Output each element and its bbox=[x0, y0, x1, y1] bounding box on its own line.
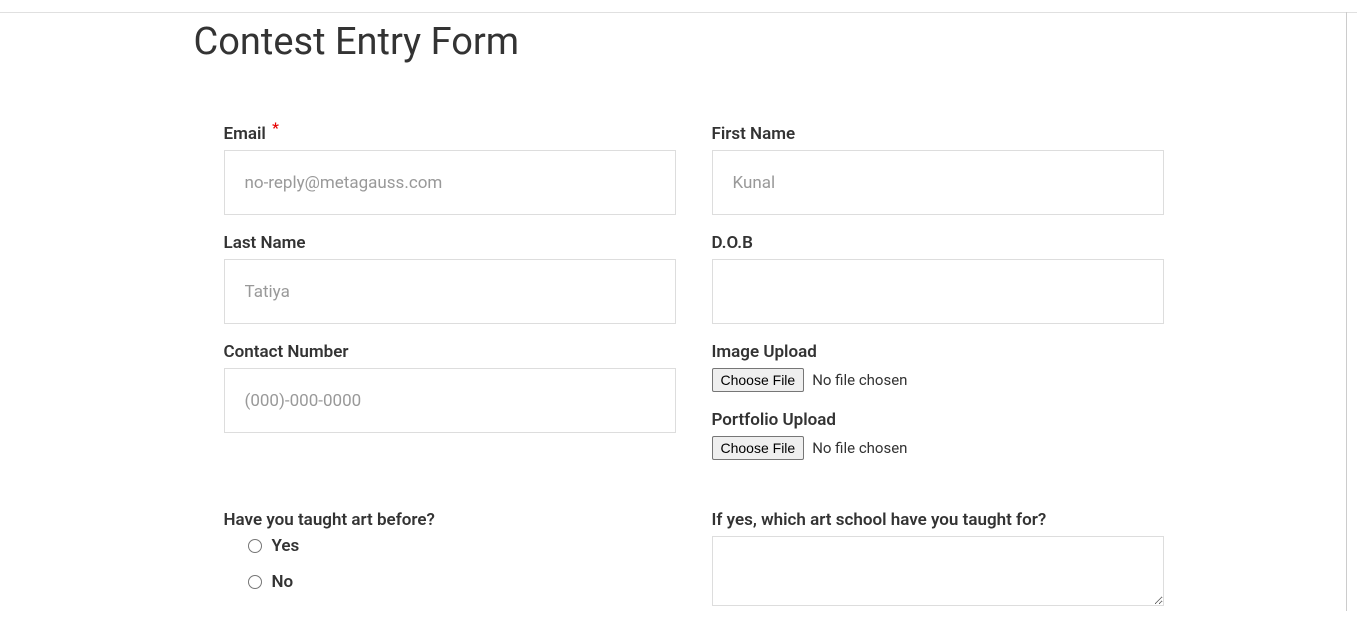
contact-number-group: Contact Number bbox=[224, 342, 676, 460]
email-label-text: Email bbox=[224, 124, 266, 144]
right-divider bbox=[1346, 12, 1347, 611]
portfolio-upload-group: Portfolio Upload Choose File No file cho… bbox=[712, 410, 1164, 460]
last-name-field[interactable] bbox=[224, 259, 676, 324]
radio-yes-label: Yes bbox=[272, 536, 300, 556]
email-label: Email * bbox=[224, 124, 676, 144]
taught-art-radio-group: Yes No bbox=[224, 536, 676, 592]
portfolio-upload-label: Portfolio Upload bbox=[712, 410, 1164, 430]
email-field[interactable] bbox=[224, 150, 676, 215]
portfolio-upload-status: No file chosen bbox=[812, 439, 907, 457]
art-school-field[interactable] bbox=[712, 536, 1164, 606]
radio-item-yes: Yes bbox=[248, 536, 676, 556]
radio-no[interactable] bbox=[248, 575, 262, 589]
portfolio-upload-button[interactable]: Choose File bbox=[712, 436, 805, 460]
page-title: Contest Entry Form bbox=[194, 20, 1164, 64]
art-school-group: If yes, which art school have you taught… bbox=[712, 510, 1164, 610]
top-divider bbox=[0, 12, 1357, 13]
contact-number-field[interactable] bbox=[224, 368, 676, 433]
taught-art-group: Have you taught art before? Yes No bbox=[224, 510, 676, 610]
radio-yes[interactable] bbox=[248, 539, 262, 553]
taught-art-label: Have you taught art before? bbox=[224, 510, 676, 530]
dob-group: D.O.B bbox=[712, 233, 1164, 324]
portfolio-upload-row: Choose File No file chosen bbox=[712, 436, 1164, 460]
upload-column: Image Upload Choose File No file chosen … bbox=[712, 342, 1164, 478]
form-container: Contest Entry Form Email * First Name La… bbox=[194, 0, 1164, 628]
image-upload-label: Image Upload bbox=[712, 342, 1164, 362]
image-upload-row: Choose File No file chosen bbox=[712, 368, 1164, 392]
required-mark: * bbox=[272, 119, 279, 137]
image-upload-group: Image Upload Choose File No file chosen bbox=[712, 342, 1164, 392]
email-group: Email * bbox=[224, 124, 676, 215]
first-name-field[interactable] bbox=[712, 150, 1164, 215]
dob-field[interactable] bbox=[712, 259, 1164, 324]
image-upload-status: No file chosen bbox=[812, 371, 907, 389]
dob-label: D.O.B bbox=[712, 233, 1164, 253]
radio-item-no: No bbox=[248, 572, 676, 592]
form-grid: Email * First Name Last Name D.O.B Conta… bbox=[194, 124, 1164, 628]
image-upload-button[interactable]: Choose File bbox=[712, 368, 805, 392]
art-school-label: If yes, which art school have you taught… bbox=[712, 510, 1164, 530]
last-name-label: Last Name bbox=[224, 233, 676, 253]
first-name-label: First Name bbox=[712, 124, 1164, 144]
first-name-group: First Name bbox=[712, 124, 1164, 215]
contact-number-label: Contact Number bbox=[224, 342, 676, 362]
last-name-group: Last Name bbox=[224, 233, 676, 324]
radio-no-label: No bbox=[272, 572, 294, 592]
